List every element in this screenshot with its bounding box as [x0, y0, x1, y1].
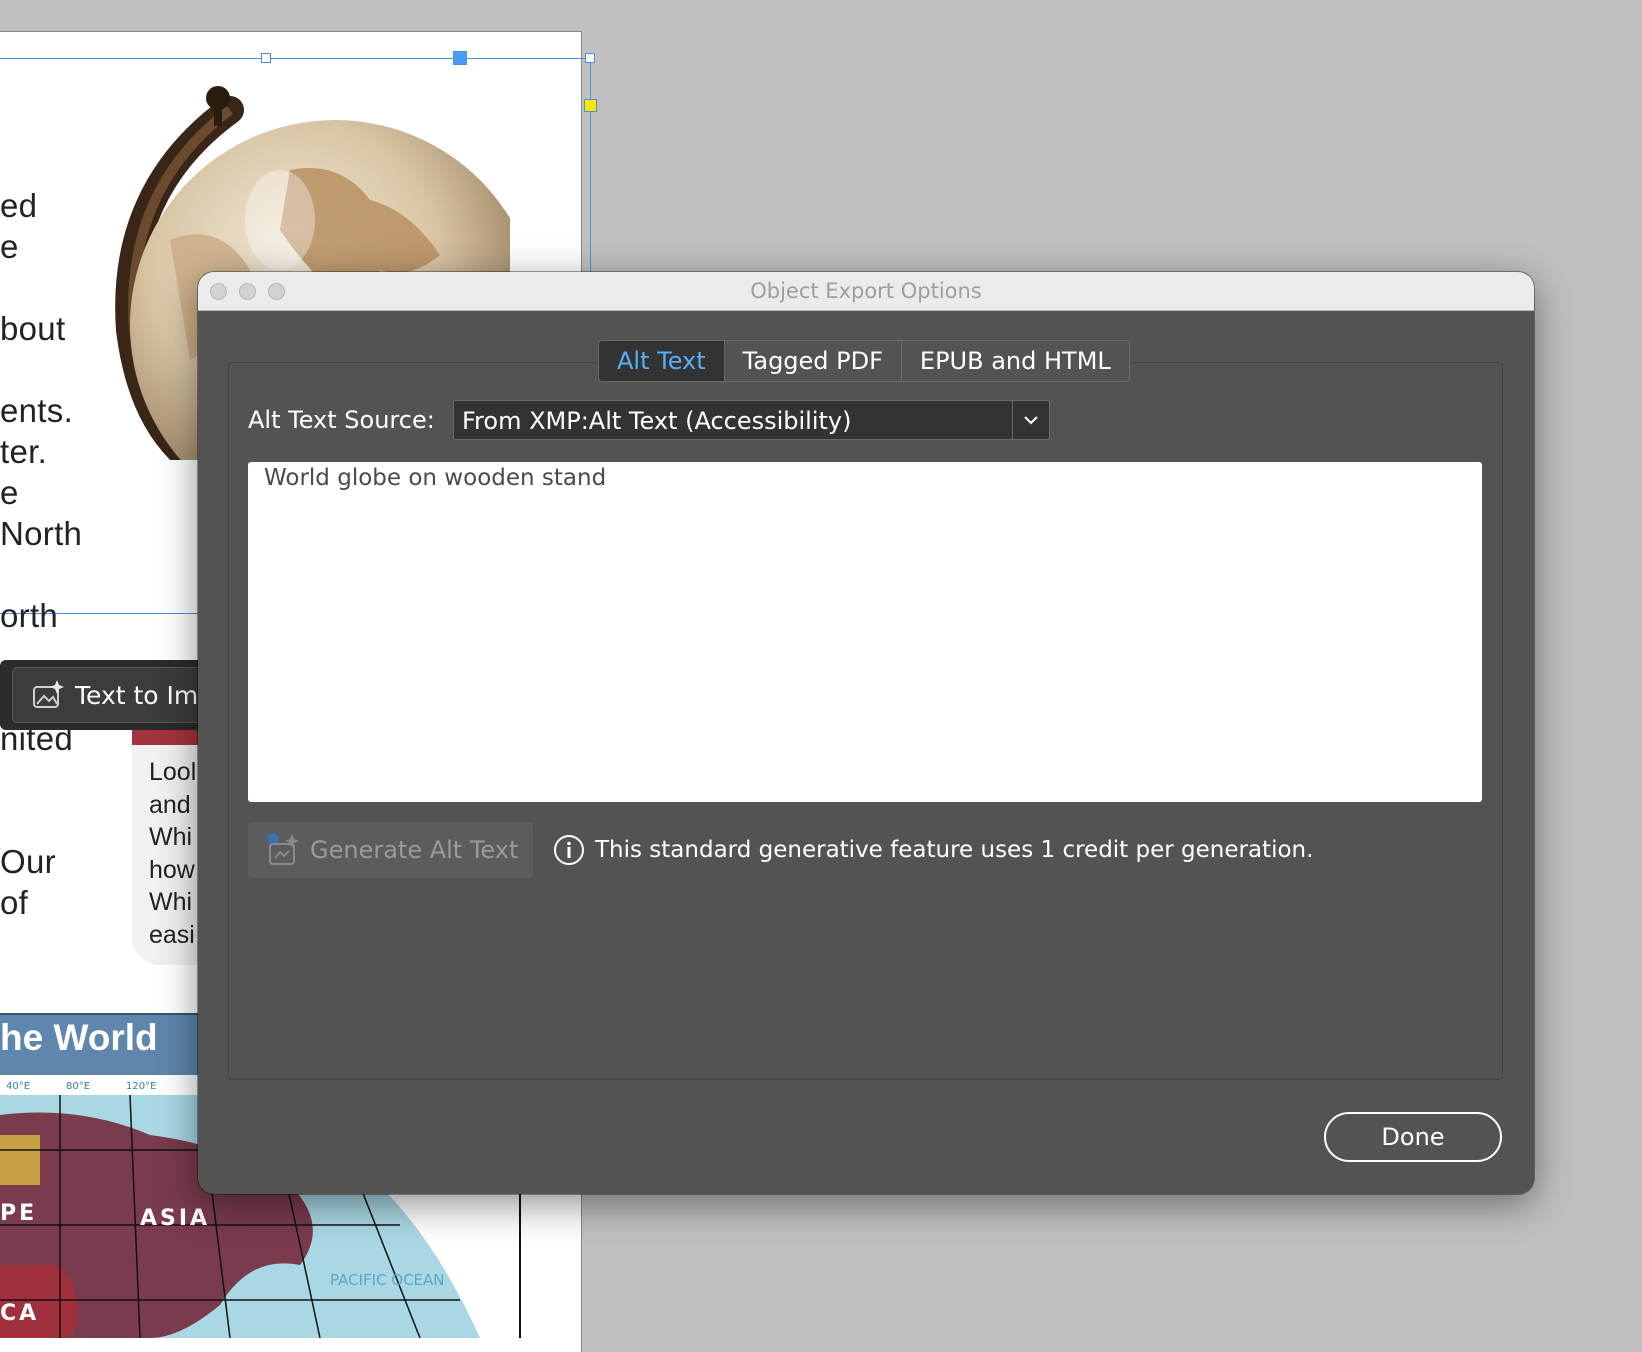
body-text-fragment: ter. — [0, 433, 48, 470]
body-text-fragment: ents. — [0, 392, 74, 429]
done-button[interactable]: Done — [1324, 1112, 1502, 1162]
map-degree-label: 40°E — [6, 1081, 30, 1092]
map-label-europe: PE — [0, 1201, 37, 1226]
credit-info-message: This standard generative feature uses 1 … — [553, 834, 1313, 866]
map-label-pacific: PACIFIC OCEAN — [330, 1271, 445, 1289]
body-text-fragment: North — [0, 515, 83, 552]
body-text-fragment: e — [0, 474, 19, 511]
tab-epub-and-html[interactable]: EPUB and HTML — [902, 341, 1129, 381]
sidebar-text-line: Whi — [149, 888, 193, 916]
tab-alt-text[interactable]: Alt Text — [599, 341, 725, 381]
chevron-down-icon — [1024, 416, 1038, 425]
resize-handle-top-right[interactable] — [585, 53, 595, 63]
sidebar-text-line: how — [149, 856, 195, 884]
body-text-fragment: ed — [0, 187, 38, 224]
map-degree-label: 80°E — [66, 1081, 90, 1092]
generate-alt-text-label: Generate Alt Text — [310, 836, 519, 864]
map-label-africa: CA — [0, 1301, 39, 1326]
sidebar-text-line: easi — [149, 921, 195, 949]
sidebar-text-line: Whi — [149, 823, 193, 851]
section-title: he World — [0, 1017, 158, 1058]
alt-text-source-label: Alt Text Source: — [248, 406, 435, 434]
content-grabber-handle[interactable] — [453, 51, 467, 65]
alt-text-input[interactable] — [248, 462, 1482, 802]
credit-info-text: This standard generative feature uses 1 … — [595, 837, 1314, 863]
selection-frame-right — [590, 58, 591, 272]
object-export-options-dialog: Object Export Options Alt Text Tagged PD… — [198, 272, 1534, 1194]
body-text-fragment: bout — [0, 310, 66, 347]
body-text-fragment: of — [0, 884, 29, 921]
body-text-fragment: e — [0, 228, 19, 265]
map-degree-label: 120°E — [126, 1081, 156, 1092]
resize-handle-top-middle[interactable] — [261, 53, 271, 63]
live-corner-handle[interactable] — [584, 99, 597, 112]
body-text-fragment: orth — [0, 597, 59, 634]
selection-frame-top — [0, 58, 590, 59]
generate-image-icon — [33, 680, 64, 708]
body-text-fragment: Our — [0, 843, 56, 880]
generate-alt-text-button[interactable]: Generate Alt Text — [248, 822, 533, 878]
alt-text-source-dropdown[interactable]: From XMP:Alt Text (Accessibility) — [453, 400, 1050, 440]
sidebar-text-line: Lool — [149, 758, 197, 786]
sidebar-text-line: and — [149, 791, 191, 819]
tab-tagged-pdf[interactable]: Tagged PDF — [725, 341, 902, 381]
tab-bar: Alt Text Tagged PDF EPUB and HTML — [598, 340, 1130, 382]
map-label-asia: ASIA — [140, 1206, 210, 1231]
generate-alt-text-icon — [267, 833, 299, 865]
text-to-image-label: Text to Ima — [75, 680, 214, 710]
dropdown-arrow[interactable] — [1012, 401, 1049, 439]
info-icon — [554, 835, 584, 865]
dialog-titlebar[interactable]: Object Export Options — [198, 272, 1534, 311]
dialog-title: Object Export Options — [750, 279, 982, 303]
alt-text-source-value: From XMP:Alt Text (Accessibility) — [462, 407, 852, 435]
